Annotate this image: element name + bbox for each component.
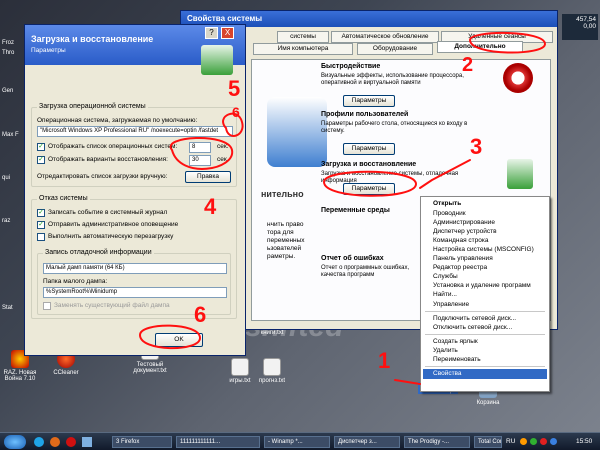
annotation-arrow [394,379,421,385]
annotation-ellipse [138,324,202,350]
tray-icon[interactable] [530,438,537,445]
annotation-arrow [419,159,471,189]
annotation-number: 5 [228,76,241,101]
annotation-number: 1 [378,348,391,373]
annotation-ellipse [169,136,234,170]
quicklaunch-desktop-icon[interactable] [82,437,92,447]
start-button-icon[interactable] [4,435,26,449]
task-total-commander[interactable]: Total Com... [474,436,502,448]
annotation-ellipse [468,32,547,54]
annotation-ellipse [322,170,418,197]
tray-icon[interactable] [550,438,557,445]
tray-icon[interactable] [540,438,547,445]
system-tray [520,438,570,446]
language-indicator[interactable]: RU [506,438,515,445]
taskbar-clock[interactable]: 15:50 [576,438,592,445]
annotation-number: 6 [194,302,207,327]
annotation-number: 6 [232,104,240,120]
task-task-manager[interactable]: Диспетчер з... [334,436,400,448]
quicklaunch-opera-icon[interactable] [66,437,76,447]
quicklaunch-ie-icon[interactable] [34,437,44,447]
quicklaunch-firefox-icon[interactable] [50,437,60,447]
task-prodigy[interactable]: The Prodigy -... [404,436,470,448]
annotation-number: 2 [462,54,474,76]
taskbar: 3 Firefox 111111111111... - Winamp *... … [0,432,600,450]
task-item[interactable]: 111111111111... [176,436,260,448]
tray-icon[interactable] [520,438,527,445]
task-firefox[interactable]: 3 Firefox [112,436,172,448]
annotation-number: 3 [470,134,483,159]
annotation-number: 4 [204,194,217,219]
task-winamp[interactable]: - Winamp *... [264,436,330,448]
annotation-layer [138,32,547,385]
